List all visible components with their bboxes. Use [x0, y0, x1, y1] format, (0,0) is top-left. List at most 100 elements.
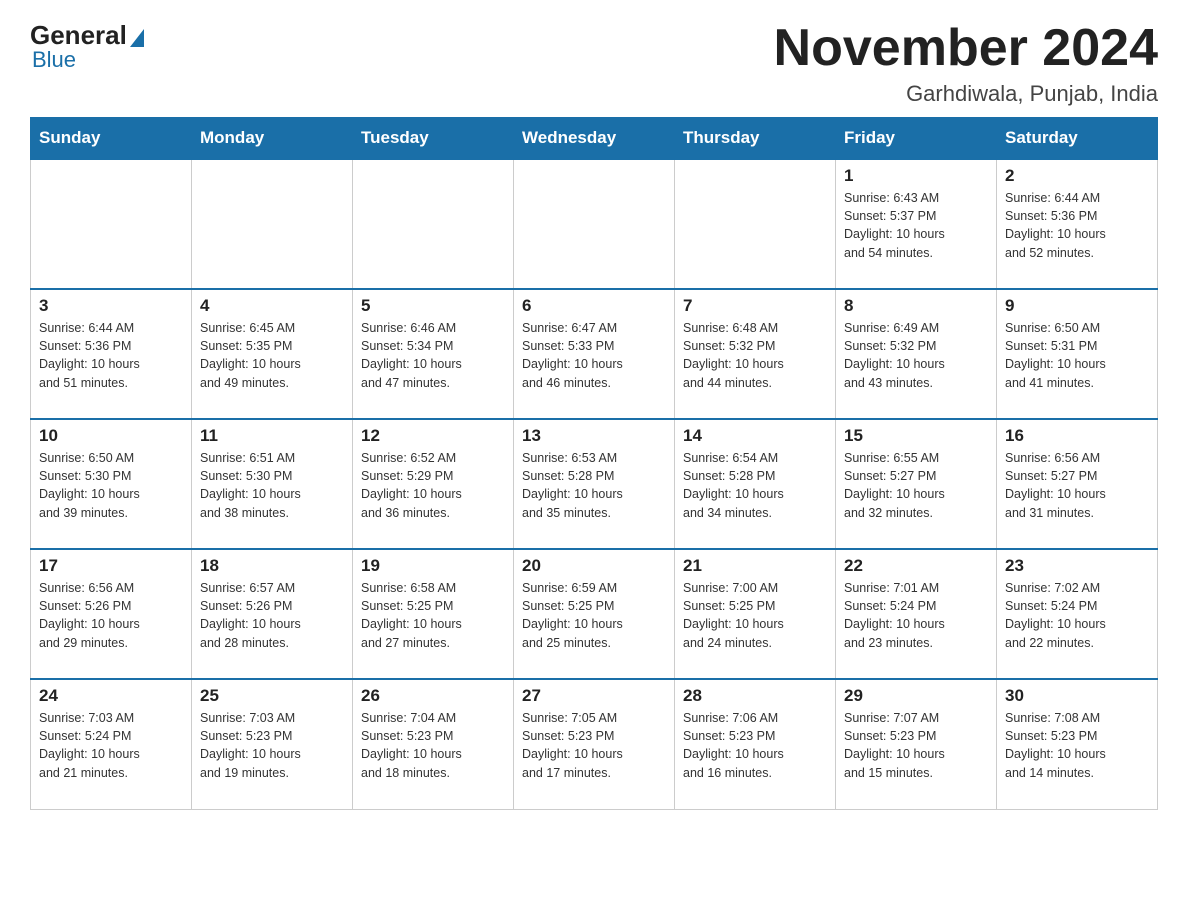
week-row-2: 3 Sunrise: 6:44 AMSunset: 5:36 PMDaylight… [31, 289, 1158, 419]
calendar-cell: 27 Sunrise: 7:05 AMSunset: 5:23 PMDayligh… [514, 679, 675, 809]
day-number: 25 [200, 686, 344, 706]
day-info: Sunrise: 6:46 AMSunset: 5:34 PMDaylight:… [361, 319, 505, 392]
day-number: 23 [1005, 556, 1149, 576]
day-info: Sunrise: 6:53 AMSunset: 5:28 PMDaylight:… [522, 449, 666, 522]
calendar-cell: 30 Sunrise: 7:08 AMSunset: 5:23 PMDayligh… [997, 679, 1158, 809]
day-number: 20 [522, 556, 666, 576]
calendar-cell [192, 159, 353, 289]
weekday-header-friday: Friday [836, 118, 997, 160]
day-info: Sunrise: 6:55 AMSunset: 5:27 PMDaylight:… [844, 449, 988, 522]
day-info: Sunrise: 6:44 AMSunset: 5:36 PMDaylight:… [39, 319, 183, 392]
title-block: November 2024 Garhdiwala, Punjab, India [774, 20, 1158, 107]
calendar-cell: 15 Sunrise: 6:55 AMSunset: 5:27 PMDayligh… [836, 419, 997, 549]
day-info: Sunrise: 6:44 AMSunset: 5:36 PMDaylight:… [1005, 189, 1149, 262]
day-number: 4 [200, 296, 344, 316]
calendar-cell: 29Sunrise: 7:07 AMSunset: 5:23 PMDayligh… [836, 679, 997, 809]
weekday-header-wednesday: Wednesday [514, 118, 675, 160]
day-number: 27 [522, 686, 666, 706]
day-number: 22 [844, 556, 988, 576]
page-header: General Blue November 2024 Garhdiwala, P… [30, 20, 1158, 107]
page-subtitle: Garhdiwala, Punjab, India [774, 81, 1158, 107]
weekday-header-monday: Monday [192, 118, 353, 160]
day-number: 21 [683, 556, 827, 576]
day-number: 15 [844, 426, 988, 446]
day-number: 8 [844, 296, 988, 316]
day-info: Sunrise: 6:43 AMSunset: 5:37 PMDaylight:… [844, 189, 988, 262]
day-number: 9 [1005, 296, 1149, 316]
weekday-header-sunday: Sunday [31, 118, 192, 160]
calendar-cell: 16Sunrise: 6:56 AMSunset: 5:27 PMDayligh… [997, 419, 1158, 549]
calendar-cell: 11 Sunrise: 6:51 AMSunset: 5:30 PMDayligh… [192, 419, 353, 549]
weekday-header-saturday: Saturday [997, 118, 1158, 160]
day-info: Sunrise: 7:07 AMSunset: 5:23 PMDaylight:… [844, 709, 988, 782]
calendar-cell: 7Sunrise: 6:48 AMSunset: 5:32 PMDaylight… [675, 289, 836, 419]
calendar-cell: 2 Sunrise: 6:44 AMSunset: 5:36 PMDaylight… [997, 159, 1158, 289]
day-info: Sunrise: 7:02 AMSunset: 5:24 PMDaylight:… [1005, 579, 1149, 652]
week-row-4: 17Sunrise: 6:56 AMSunset: 5:26 PMDayligh… [31, 549, 1158, 679]
day-info: Sunrise: 6:45 AMSunset: 5:35 PMDaylight:… [200, 319, 344, 392]
day-info: Sunrise: 6:59 AMSunset: 5:25 PMDaylight:… [522, 579, 666, 652]
day-info: Sunrise: 6:58 AMSunset: 5:25 PMDaylight:… [361, 579, 505, 652]
calendar-cell: 5 Sunrise: 6:46 AMSunset: 5:34 PMDaylight… [353, 289, 514, 419]
day-info: Sunrise: 7:03 AMSunset: 5:23 PMDaylight:… [200, 709, 344, 782]
day-info: Sunrise: 6:51 AMSunset: 5:30 PMDaylight:… [200, 449, 344, 522]
day-number: 16 [1005, 426, 1149, 446]
day-info: Sunrise: 6:49 AMSunset: 5:32 PMDaylight:… [844, 319, 988, 392]
calendar-cell: 12 Sunrise: 6:52 AMSunset: 5:29 PMDayligh… [353, 419, 514, 549]
day-info: Sunrise: 7:06 AMSunset: 5:23 PMDaylight:… [683, 709, 827, 782]
calendar-cell: 28 Sunrise: 7:06 AMSunset: 5:23 PMDayligh… [675, 679, 836, 809]
calendar-cell [353, 159, 514, 289]
day-info: Sunrise: 6:50 AMSunset: 5:30 PMDaylight:… [39, 449, 183, 522]
calendar-cell: 10 Sunrise: 6:50 AMSunset: 5:30 PMDayligh… [31, 419, 192, 549]
calendar-cell: 6Sunrise: 6:47 AMSunset: 5:33 PMDaylight… [514, 289, 675, 419]
day-number: 28 [683, 686, 827, 706]
day-number: 12 [361, 426, 505, 446]
day-info: Sunrise: 6:50 AMSunset: 5:31 PMDaylight:… [1005, 319, 1149, 392]
day-number: 26 [361, 686, 505, 706]
calendar-cell: 24Sunrise: 7:03 AMSunset: 5:24 PMDayligh… [31, 679, 192, 809]
calendar-cell: 9 Sunrise: 6:50 AMSunset: 5:31 PMDaylight… [997, 289, 1158, 419]
calendar-cell [514, 159, 675, 289]
logo-blue-text: Blue [32, 47, 76, 73]
day-number: 1 [844, 166, 988, 186]
day-number: 18 [200, 556, 344, 576]
day-number: 3 [39, 296, 183, 316]
calendar-cell [31, 159, 192, 289]
day-number: 5 [361, 296, 505, 316]
day-info: Sunrise: 6:47 AMSunset: 5:33 PMDaylight:… [522, 319, 666, 392]
calendar-cell: 8 Sunrise: 6:49 AMSunset: 5:32 PMDaylight… [836, 289, 997, 419]
weekday-header-tuesday: Tuesday [353, 118, 514, 160]
day-number: 2 [1005, 166, 1149, 186]
day-info: Sunrise: 7:00 AMSunset: 5:25 PMDaylight:… [683, 579, 827, 652]
day-number: 30 [1005, 686, 1149, 706]
day-number: 19 [361, 556, 505, 576]
logo-arrow-icon [130, 29, 144, 47]
calendar-cell: 23 Sunrise: 7:02 AMSunset: 5:24 PMDayligh… [997, 549, 1158, 679]
weekday-header-thursday: Thursday [675, 118, 836, 160]
day-info: Sunrise: 6:52 AMSunset: 5:29 PMDaylight:… [361, 449, 505, 522]
day-info: Sunrise: 7:01 AMSunset: 5:24 PMDaylight:… [844, 579, 988, 652]
day-info: Sunrise: 6:54 AMSunset: 5:28 PMDaylight:… [683, 449, 827, 522]
calendar-table: SundayMondayTuesdayWednesdayThursdayFrid… [30, 117, 1158, 810]
day-info: Sunrise: 7:05 AMSunset: 5:23 PMDaylight:… [522, 709, 666, 782]
calendar-cell: 3 Sunrise: 6:44 AMSunset: 5:36 PMDaylight… [31, 289, 192, 419]
day-info: Sunrise: 7:08 AMSunset: 5:23 PMDaylight:… [1005, 709, 1149, 782]
page-title: November 2024 [774, 20, 1158, 77]
calendar-cell: 20 Sunrise: 6:59 AMSunset: 5:25 PMDayligh… [514, 549, 675, 679]
weekday-header-row: SundayMondayTuesdayWednesdayThursdayFrid… [31, 118, 1158, 160]
day-number: 13 [522, 426, 666, 446]
day-info: Sunrise: 6:57 AMSunset: 5:26 PMDaylight:… [200, 579, 344, 652]
day-number: 10 [39, 426, 183, 446]
calendar-cell: 1 Sunrise: 6:43 AMSunset: 5:37 PMDaylight… [836, 159, 997, 289]
calendar-cell: 21 Sunrise: 7:00 AMSunset: 5:25 PMDayligh… [675, 549, 836, 679]
calendar-cell: 13 Sunrise: 6:53 AMSunset: 5:28 PMDayligh… [514, 419, 675, 549]
day-info: Sunrise: 7:04 AMSunset: 5:23 PMDaylight:… [361, 709, 505, 782]
calendar-cell: 14Sunrise: 6:54 AMSunset: 5:28 PMDayligh… [675, 419, 836, 549]
calendar-cell: 4 Sunrise: 6:45 AMSunset: 5:35 PMDaylight… [192, 289, 353, 419]
calendar-cell: 22 Sunrise: 7:01 AMSunset: 5:24 PMDayligh… [836, 549, 997, 679]
calendar-cell: 19 Sunrise: 6:58 AMSunset: 5:25 PMDayligh… [353, 549, 514, 679]
calendar-cell: 17Sunrise: 6:56 AMSunset: 5:26 PMDayligh… [31, 549, 192, 679]
calendar-cell: 18 Sunrise: 6:57 AMSunset: 5:26 PMDayligh… [192, 549, 353, 679]
day-number: 11 [200, 426, 344, 446]
week-row-5: 24Sunrise: 7:03 AMSunset: 5:24 PMDayligh… [31, 679, 1158, 809]
